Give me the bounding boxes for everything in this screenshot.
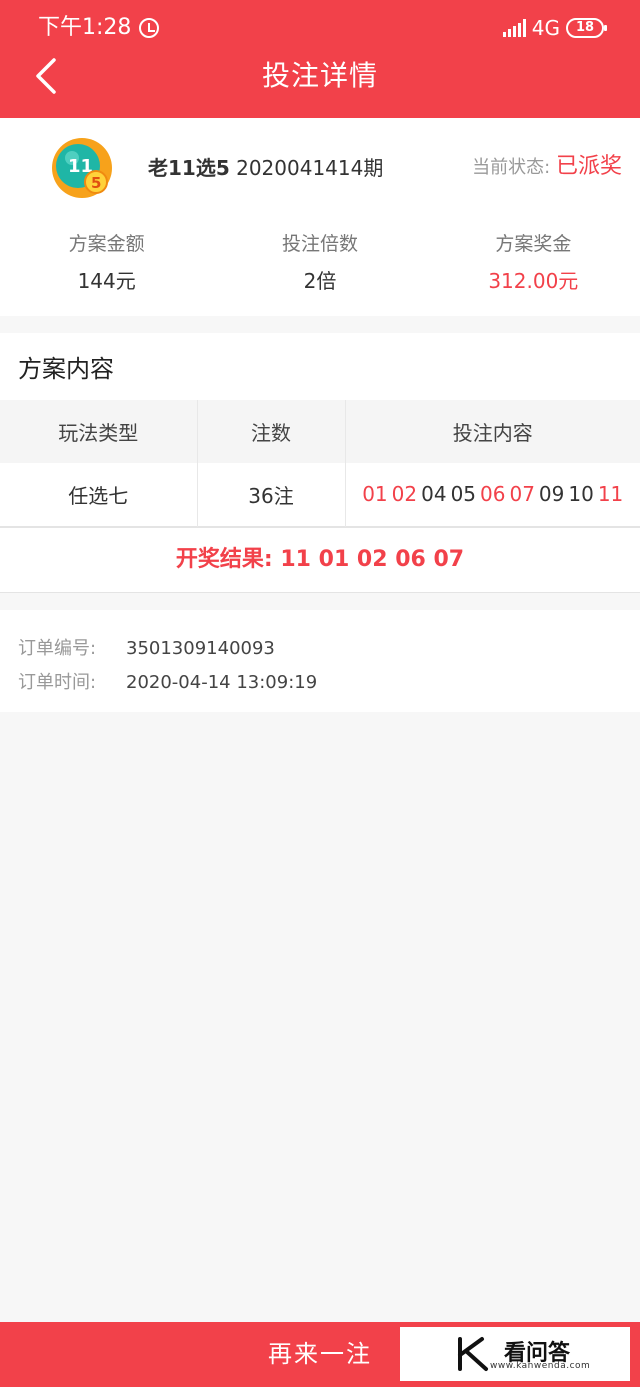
section-title: 方案内容	[18, 355, 114, 383]
play-type-cell: 任选七	[0, 463, 198, 526]
draw-result: 开奖结果: 11 01 02 06 07	[0, 527, 640, 593]
battery-icon: 18	[566, 18, 607, 38]
battery-level: 18	[575, 20, 595, 35]
bet-number: 01	[362, 482, 388, 507]
network-type: 4G	[531, 16, 560, 40]
stat-label: 投注倍数	[281, 233, 358, 255]
header-cell: 玩法类型	[0, 400, 198, 463]
order-id-value: 3501309140093	[126, 638, 275, 659]
lottery-name: 老11选5 2020041414期	[148, 154, 383, 182]
bottom-bar: 再来一注 看问答 www.kanwenda.com	[0, 1322, 640, 1387]
stats-row: 方案金额 144元 投注倍数 2倍 方案奖金 312.00元	[0, 230, 640, 296]
issue-number: 2020041414期	[236, 156, 384, 180]
header-cell: 注数	[197, 400, 346, 463]
watermark-url: www.kanwenda.com	[490, 1361, 591, 1371]
header: 下午1:28 4G 18 投注详情	[0, 0, 640, 118]
header-cell: 投注内容	[452, 421, 533, 445]
plan-section: 方案内容 玩法类型 注数 投注内容 任选七 36注 01 02 04 05 06 07 09…	[0, 333, 640, 593]
state-label: 当前状态:	[472, 157, 551, 178]
alarm-icon	[139, 18, 160, 38]
stat-label: 方案奖金	[495, 233, 572, 255]
stat-multiple: 投注倍数 2倍	[213, 230, 426, 296]
order-time-value: 2020-04-14 13:09:19	[126, 672, 318, 693]
svg-text:5: 5	[91, 174, 101, 192]
plan-table: 玩法类型 注数 投注内容 任选七 36注 01 02 04 05 06 07 09 10 11	[0, 400, 640, 527]
bet-number: 09	[538, 482, 565, 507]
stat-prize: 方案奖金 312.00元	[427, 230, 640, 296]
order-id-label: 订单编号:	[18, 638, 97, 659]
stat-amount: 方案金额 144元	[0, 230, 213, 296]
bet-number: 11	[597, 482, 624, 507]
order-time-label: 订单时间:	[18, 672, 97, 693]
lottery-type: 老11选5	[148, 156, 230, 180]
stat-value: 144元	[77, 269, 136, 293]
bet-count-cell: 36注	[197, 463, 346, 526]
status-bar-right: 4G 18	[502, 14, 607, 42]
bet-number: 02	[391, 482, 418, 507]
summary-card: 11 5 老11选5 2020041414期 当前状态: 已派奖 方案金额 14…	[0, 118, 640, 316]
bet-number: 10	[568, 482, 594, 507]
table-header-row: 玩法类型 注数 投注内容	[0, 400, 640, 463]
k-logo-icon	[458, 1337, 488, 1371]
order-time-row: 订单时间: 2020-04-14 13:09:19	[18, 671, 317, 695]
table-row: 任选七 36注 01 02 04 05 06 07 09 10 11	[0, 463, 640, 526]
page-title: 投注详情	[261, 59, 378, 92]
lottery-ball-icon: 11 5	[52, 138, 112, 198]
bet-numbers-cell: 01 02 04 05 06 07 09 10 11	[345, 463, 640, 526]
order-id-row: 订单编号: 3501309140093	[18, 637, 275, 661]
order-info: 订单编号: 3501309140093 订单时间: 2020-04-14 13:…	[0, 610, 640, 712]
status-time: 下午1:28	[38, 15, 132, 40]
bet-number: 05	[450, 482, 477, 507]
current-state: 当前状态: 已派奖	[472, 152, 622, 183]
stat-value: 2倍	[303, 269, 337, 293]
bet-number: 04	[421, 482, 447, 507]
bet-number: 06	[480, 482, 506, 507]
signal-icon	[502, 19, 526, 37]
state-value: 已派奖	[555, 154, 622, 179]
bet-detail-page: 下午1:28 4G 18 投注详情 11 5 老11选5 2020041414期…	[0, 0, 640, 1387]
stat-label: 方案金额	[68, 233, 145, 255]
stat-value: 312.00元	[488, 269, 579, 293]
status-bar-left: 下午1:28	[38, 14, 160, 42]
bet-number: 07	[509, 482, 535, 507]
watermark: 看问答 www.kanwenda.com	[400, 1327, 630, 1381]
draw-result-numbers: 11 01 02 06 07	[280, 547, 465, 572]
draw-result-label: 开奖结果:	[175, 547, 273, 572]
